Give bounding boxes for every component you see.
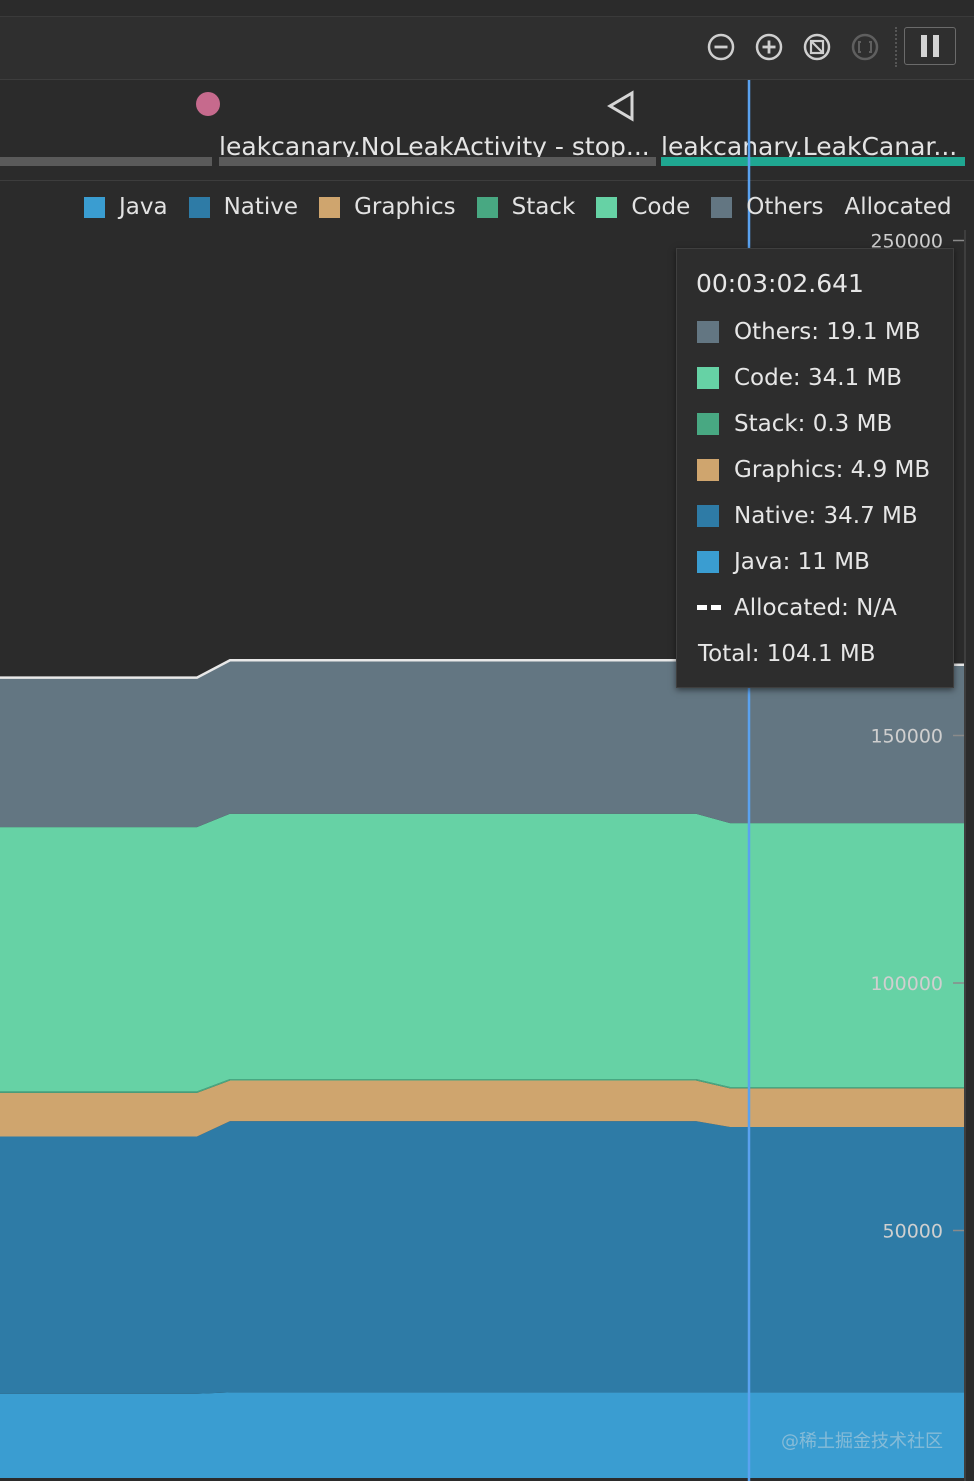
y-tick-label: 50000 — [883, 1221, 943, 1243]
legend-item-java[interactable]: Java — [84, 194, 168, 220]
memory-tooltip: 00:03:02.641 Others: 19.1 MB Code: 34.1 M… — [676, 248, 954, 688]
tooltip-swatch — [697, 505, 719, 527]
legend-item-allocated[interactable]: Allocated — [845, 194, 952, 220]
legend-swatch — [711, 196, 733, 218]
dashed-line-icon — [697, 605, 721, 611]
legend-swatch — [188, 196, 210, 218]
tooltip-row: Java: 11 MB — [697, 547, 870, 577]
y-tick-label: 150000 — [870, 726, 943, 748]
chart-legend: Java Native Graphics Stack Code Others Allocat… — [84, 190, 952, 224]
y-tick-label: 100000 — [870, 973, 943, 995]
series-area-code — [0, 813, 965, 1092]
tooltip-swatch — [697, 459, 719, 481]
legend-label: Graphics — [354, 194, 456, 220]
legend-label: Java — [119, 194, 168, 220]
legend-swatch — [319, 196, 341, 218]
tooltip-swatch — [697, 413, 719, 435]
tooltip-row: Stack: 0.3 MB — [697, 409, 892, 439]
series-area-native — [0, 1121, 965, 1394]
legend-label: Native — [223, 194, 299, 220]
tooltip-row: Graphics: 4.9 MB — [697, 455, 930, 485]
tooltip-timestamp: 00:03:02.641 — [696, 269, 864, 298]
legend-item-native[interactable]: Native — [188, 194, 299, 220]
legend-label: Allocated — [844, 194, 952, 220]
tooltip-row: Others: 19.1 MB — [697, 317, 921, 347]
tooltip-swatch — [697, 321, 719, 343]
legend-item-others[interactable]: Others — [711, 194, 824, 220]
legend-label: Stack — [511, 194, 576, 220]
tooltip-row-label: Stack: 0.3 MB — [734, 411, 893, 437]
tooltip-row-label: Others: 19.1 MB — [734, 319, 921, 345]
tooltip-row: Allocated: N/A — [697, 593, 897, 623]
legend-item-stack[interactable]: Stack — [476, 194, 576, 220]
legend-item-graphics[interactable]: Graphics — [319, 194, 456, 220]
legend-swatch — [596, 196, 618, 218]
tooltip-row: Native: 34.7 MB — [697, 501, 918, 531]
legend-swatch — [476, 196, 498, 218]
tooltip-total: Total: 104.1 MB — [698, 641, 876, 667]
watermark: @稀土掘金技术社区 — [781, 1431, 943, 1452]
tooltip-swatch — [697, 367, 719, 389]
tooltip-row-label: Code: 34.1 MB — [734, 365, 903, 391]
legend-swatch — [84, 196, 105, 218]
tooltip-row: Code: 34.1 MB — [697, 363, 902, 393]
tooltip-swatch — [697, 551, 719, 573]
legend-label: Code — [631, 194, 691, 220]
legend-item-code[interactable]: Code — [596, 194, 690, 220]
legend-label: Others — [746, 194, 824, 220]
tooltip-row-label: Graphics: 4.9 MB — [734, 457, 931, 483]
tooltip-row-label: Java: 11 MB — [734, 549, 870, 575]
tooltip-row-label: Allocated: N/A — [734, 595, 897, 621]
tooltip-row-label: Native: 34.7 MB — [734, 503, 918, 529]
